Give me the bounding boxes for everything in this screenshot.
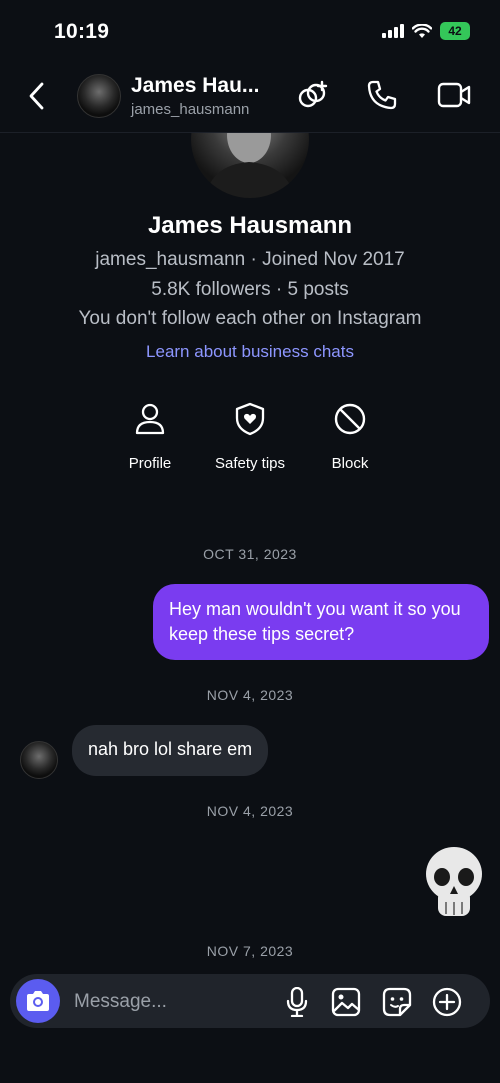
date-separator: NOV 4, 2023 (206, 803, 294, 819)
video-icon[interactable] (437, 79, 471, 111)
sender-avatar[interactable] (20, 741, 58, 779)
profile-action[interactable]: Profile (95, 402, 205, 472)
block-label: Block (331, 455, 369, 472)
learn-business-chats-link[interactable]: Learn about business chats (0, 342, 500, 362)
battery-indicator: 42 (440, 22, 470, 40)
add-participant-icon[interactable] (296, 79, 330, 113)
block-action[interactable]: Block (295, 402, 405, 472)
profile-username-joined: james_hausmann · Joined Nov 2017 (95, 249, 405, 270)
header-avatar[interactable] (77, 74, 121, 118)
outgoing-message[interactable]: Hey man wouldn't you want it so you keep… (153, 584, 489, 660)
date-separator: OCT 31, 2023 (203, 546, 297, 562)
block-icon (334, 403, 366, 435)
status-time: 10:19 (54, 20, 110, 43)
message-input[interactable] (72, 986, 276, 1018)
person-icon (135, 403, 165, 435)
signal-icon (382, 24, 404, 38)
profile-name: James Hausmann (147, 212, 353, 239)
profile-stats: 5.8K followers · 5 posts (151, 279, 349, 300)
safety-tips-action[interactable]: Safety tips (195, 402, 305, 472)
incoming-message[interactable]: nah bro lol share em (72, 725, 269, 776)
plus-icon[interactable] (432, 987, 462, 1017)
skull-emoji-icon[interactable] (424, 846, 484, 920)
status-icons: 42 (382, 22, 470, 40)
safety-tips-label: Safety tips (214, 455, 286, 472)
microphone-icon[interactable] (286, 987, 308, 1017)
sticker-icon[interactable] (382, 987, 412, 1017)
date-separator: NOV 7, 2023 (206, 943, 294, 959)
follow-status: You don't follow each other on Instagram (78, 308, 422, 329)
camera-icon (27, 991, 49, 1011)
header-username[interactable]: james_hausmann (131, 101, 249, 118)
gallery-icon[interactable] (331, 987, 361, 1017)
chat-header: James Hau... james_hausmann (0, 62, 500, 133)
shield-heart-icon (235, 402, 265, 436)
profile-action-label: Profile (128, 455, 172, 472)
message-composer (10, 974, 490, 1028)
header-name[interactable]: James Hau... (131, 74, 259, 98)
phone-icon[interactable] (366, 79, 398, 111)
battery-level: 42 (448, 24, 462, 38)
back-icon[interactable] (28, 82, 46, 110)
camera-button[interactable] (16, 979, 60, 1023)
wifi-icon (412, 23, 432, 38)
date-separator: NOV 4, 2023 (206, 687, 294, 703)
